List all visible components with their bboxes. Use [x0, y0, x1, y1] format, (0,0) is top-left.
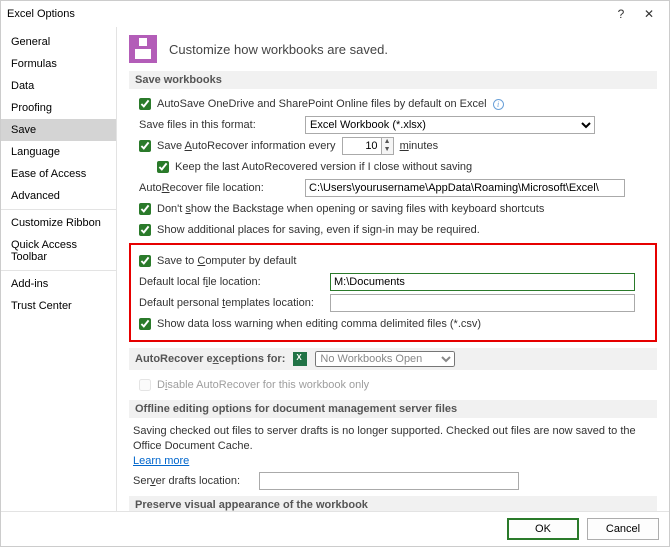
sidebar-item-formulas[interactable]: Formulas [1, 53, 116, 75]
save-format-label: Save files in this format: [139, 119, 299, 131]
sidebar-item-general[interactable]: General [1, 31, 116, 53]
sidebar-item-ease-of-access[interactable]: Ease of Access [1, 163, 116, 185]
spinner-arrows[interactable]: ▲▼ [382, 137, 394, 155]
autorecover-checkbox[interactable] [139, 140, 151, 152]
section-save-workbooks: Save workbooks [129, 71, 657, 89]
sidebar-item-addins[interactable]: Add-ins [1, 273, 116, 295]
title-bar: Excel Options ? ✕ [1, 1, 669, 27]
save-to-computer-checkbox[interactable] [139, 255, 151, 267]
csv-warning-checkbox[interactable] [139, 318, 151, 330]
server-drafts-input[interactable] [259, 472, 519, 490]
section-ar-exceptions: AutoRecover exceptions for: No Workbooks… [129, 348, 657, 370]
show-additional-checkbox[interactable] [139, 224, 151, 236]
default-templates-input[interactable] [330, 294, 635, 312]
ok-button[interactable]: OK [507, 518, 579, 540]
main-panel: Customize how workbooks are saved. Save … [117, 27, 669, 511]
learn-more-link[interactable]: Learn more [133, 455, 189, 467]
minutes-label: minutes [400, 140, 439, 152]
sidebar-item-qat[interactable]: Quick Access Toolbar [1, 234, 116, 268]
autosave-checkbox[interactable] [139, 98, 151, 110]
sidebar-item-proofing[interactable]: Proofing [1, 97, 116, 119]
save-format-select[interactable]: Excel Workbook (*.xlsx) [305, 116, 595, 134]
section-offline: Offline editing options for document man… [129, 400, 657, 418]
backstage-label: Don't show the Backstage when opening or… [157, 203, 544, 215]
ar-location-input[interactable] [305, 179, 625, 197]
offline-message: Saving checked out files to server draft… [133, 425, 636, 452]
sidebar-item-trust-center[interactable]: Trust Center [1, 295, 116, 317]
show-additional-label: Show additional places for saving, even … [157, 224, 480, 236]
footer: OK Cancel [1, 511, 669, 546]
save-to-computer-label: Save to Computer by default [157, 255, 296, 267]
disable-ar-checkbox [139, 379, 151, 391]
close-button[interactable]: ✕ [635, 7, 663, 21]
info-icon[interactable]: i [493, 99, 504, 110]
csv-warning-label: Show data loss warning when editing comm… [157, 318, 481, 330]
keep-last-label: Keep the last AutoRecovered version if I… [175, 161, 472, 173]
autorecover-minutes[interactable] [342, 137, 382, 155]
keep-last-checkbox[interactable] [157, 161, 169, 173]
cancel-button[interactable]: Cancel [587, 518, 659, 540]
excel-icon [293, 352, 307, 366]
ar-exceptions-select[interactable]: No Workbooks Open [315, 351, 455, 367]
ar-location-label: AutoRecover file location: [139, 182, 299, 194]
help-button[interactable]: ? [607, 7, 635, 21]
sidebar-divider [1, 209, 116, 210]
page-title: Customize how workbooks are saved. [169, 42, 388, 57]
sidebar-divider [1, 270, 116, 271]
backstage-checkbox[interactable] [139, 203, 151, 215]
sidebar-item-language[interactable]: Language [1, 141, 116, 163]
sidebar-item-save[interactable]: Save [1, 119, 116, 141]
save-icon [129, 35, 157, 63]
sidebar-item-data[interactable]: Data [1, 75, 116, 97]
default-local-input[interactable] [330, 273, 635, 291]
default-templates-label: Default personal templates location: [139, 297, 324, 309]
sidebar: General Formulas Data Proofing Save Lang… [1, 27, 117, 511]
sidebar-item-advanced[interactable]: Advanced [1, 185, 116, 207]
autorecover-label: Save AutoRecover information every [157, 140, 336, 152]
highlight-box: Save to Computer by default Default loca… [129, 243, 657, 342]
section-preserve: Preserve visual appearance of the workbo… [129, 496, 657, 511]
window-title: Excel Options [7, 8, 607, 20]
autosave-label: AutoSave OneDrive and SharePoint Online … [157, 98, 487, 110]
default-local-label: Default local file location: [139, 276, 324, 288]
server-drafts-label: Server drafts location: [133, 475, 253, 487]
sidebar-item-customize-ribbon[interactable]: Customize Ribbon [1, 212, 116, 234]
disable-ar-label: Disable AutoRecover for this workbook on… [157, 379, 369, 391]
